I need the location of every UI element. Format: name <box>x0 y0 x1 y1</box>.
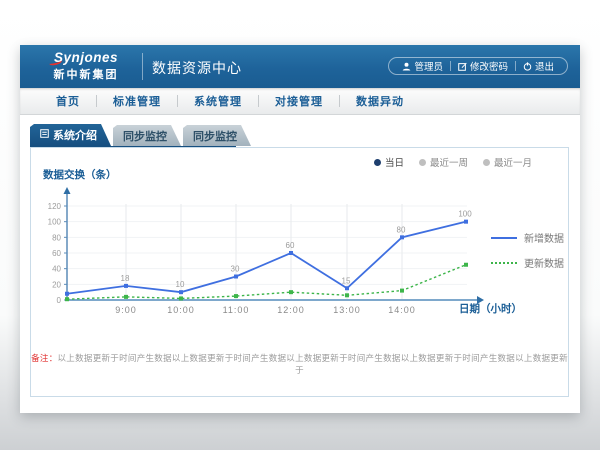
change-password-button[interactable]: 修改密码 <box>451 59 515 73</box>
nav-item-standard-mgmt[interactable]: 标准管理 <box>97 93 177 109</box>
legend-item-new-data: 新增数据 <box>491 230 564 245</box>
svg-text:60: 60 <box>52 249 61 258</box>
change-password-label: 修改密码 <box>470 59 508 73</box>
legend-item-updated-data: 更新数据 <box>491 255 564 270</box>
radio-today[interactable]: 当日 <box>374 155 404 169</box>
svg-text:100: 100 <box>48 218 62 227</box>
tab-label: 同步监控 <box>123 128 167 144</box>
user-name-label: 管理员 <box>414 59 443 73</box>
svg-text:13:00: 13:00 <box>333 305 361 315</box>
tab-bar: 系统介绍 同步监控 同步监控 <box>30 125 251 146</box>
radio-dot <box>419 159 426 166</box>
svg-text:80: 80 <box>397 225 406 234</box>
tab-sync-monitor-2[interactable]: 同步监控 <box>183 125 251 146</box>
chart-panel: 当日 最近一周 最近一月 数据交换（条） 0 20 40 60 80 100 120 9:00… <box>30 147 569 397</box>
radio-dot <box>374 159 381 166</box>
brand-logo: Synjones 新中新集团 <box>36 50 136 82</box>
svg-text:0: 0 <box>57 296 62 305</box>
radio-last-month[interactable]: 最近一月 <box>483 155 532 169</box>
line-chart: 0 20 40 60 80 100 120 9:00 10:00 11:00 12:00 13:00 1… <box>37 186 511 320</box>
document-icon <box>40 129 49 141</box>
tab-sync-monitor-1[interactable]: 同步监控 <box>113 125 181 146</box>
edit-icon <box>458 62 467 71</box>
tab-system-intro[interactable]: 系统介绍 <box>30 124 111 146</box>
svg-text:100: 100 <box>458 210 472 219</box>
user-icon <box>402 62 411 71</box>
main-nav: 首页 标准管理 系统管理 对接管理 数据异动 <box>20 88 580 115</box>
logout-icon <box>523 62 532 71</box>
chart-legend: 新增数据 更新数据 <box>491 230 564 270</box>
legend-label: 新增数据 <box>524 230 564 245</box>
svg-text:20: 20 <box>52 280 61 289</box>
svg-text:14:00: 14:00 <box>388 305 416 315</box>
radio-label: 当日 <box>385 155 404 169</box>
page-title: 数据资源中心 <box>152 58 242 78</box>
svg-text:30: 30 <box>231 265 240 274</box>
radio-dot <box>483 159 490 166</box>
svg-text:9:00: 9:00 <box>115 305 137 315</box>
blue-line-icon <box>491 237 517 239</box>
svg-text:15: 15 <box>342 276 351 285</box>
nav-item-interface-mgmt[interactable]: 对接管理 <box>259 93 339 109</box>
svg-text:10: 10 <box>176 280 185 289</box>
user-bar: 管理员 修改密码 退出 <box>388 57 568 75</box>
radio-last-week[interactable]: 最近一周 <box>419 155 468 169</box>
app-window: Synjones 新中新集团 数据资源中心 管理员 修改密码 <box>20 45 580 413</box>
svg-text:10:00: 10:00 <box>167 305 195 315</box>
svg-text:18: 18 <box>121 274 130 283</box>
brand-logo-subtitle: 新中新集团 <box>36 66 136 82</box>
x-axis-title: 日期（小时） <box>459 301 522 316</box>
green-dotted-line-icon <box>491 262 517 264</box>
logout-label: 退出 <box>535 59 554 73</box>
tab-label: 同步监控 <box>193 128 237 144</box>
radio-label: 最近一月 <box>494 155 532 169</box>
svg-text:40: 40 <box>52 265 61 274</box>
svg-text:60: 60 <box>286 241 295 250</box>
tab-label: 系统介绍 <box>53 127 97 143</box>
range-filter-group: 当日 最近一周 最近一月 <box>374 155 532 169</box>
note-label: 备注： <box>31 353 57 363</box>
y-axis-title: 数据交换（条） <box>43 167 117 182</box>
svg-text:11:00: 11:00 <box>223 305 250 315</box>
svg-text:80: 80 <box>52 233 61 242</box>
svg-text:120: 120 <box>48 202 62 211</box>
nav-item-data-change[interactable]: 数据异动 <box>340 93 420 109</box>
app-header: Synjones 新中新集团 数据资源中心 管理员 修改密码 <box>20 45 580 88</box>
user-menu-admin[interactable]: 管理员 <box>395 59 450 73</box>
legend-label: 更新数据 <box>524 255 564 270</box>
nav-item-system-mgmt[interactable]: 系统管理 <box>178 93 258 109</box>
svg-text:12:00: 12:00 <box>277 305 305 315</box>
note-text: 以上数据更新于时间产生数据以上数据更新于时间产生数据以上数据更新于时间产生数据以… <box>58 353 568 375</box>
nav-item-home[interactable]: 首页 <box>40 93 96 109</box>
footer-note: 备注：以上数据更新于时间产生数据以上数据更新于时间产生数据以上数据更新于时间产生… <box>31 352 568 376</box>
logout-button[interactable]: 退出 <box>516 59 561 73</box>
radio-label: 最近一周 <box>430 155 468 169</box>
brand-divider <box>142 53 143 80</box>
